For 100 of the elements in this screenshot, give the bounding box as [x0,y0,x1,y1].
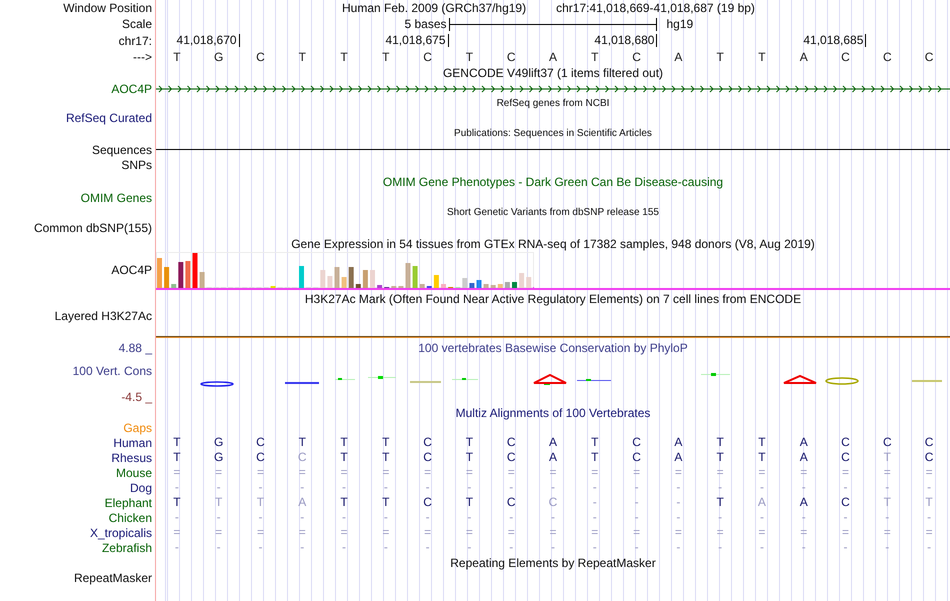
track-label: Layered H3K27Ac [54,308,153,322]
alignment-base: - [676,511,680,524]
alignment-base: = [298,466,306,479]
alignment-base: - [885,541,890,554]
alignment-base: T [591,436,598,449]
track-label: RepeatMasker [74,570,153,584]
alignment-base: = [674,526,682,539]
conservation-mark [912,380,942,382]
alignment-base: = [674,466,682,479]
species-label: Mouse [116,466,153,480]
alignment-base: - [718,511,722,524]
alignment-base: - [174,541,179,554]
alignment-base: - [927,481,932,494]
alignment-base: T [716,496,724,509]
alignment-base: - [384,541,388,554]
alignment-base: T [173,496,181,509]
alignment-base: A [800,451,808,464]
alignment-base: A [674,436,682,449]
alignment-base: - [216,481,221,494]
alignment-base: C [548,496,558,509]
base-letter: T [298,50,306,64]
alignment-base: T [340,496,348,509]
conservation-mark [701,373,730,376]
alignment-base: = [382,466,390,479]
base-letter: A [674,50,682,64]
alignment-base: - [467,481,472,494]
alignment-base: - [634,511,639,524]
alignment-base: C [256,451,265,464]
species-label: Chicken [108,510,153,524]
alignment-base: - [634,481,639,494]
track-label: OMIM Genes [80,190,153,204]
alignment-base: A [758,496,766,509]
alignment-base: - [927,541,932,554]
alignment-base: = [298,526,306,539]
alignment-base: - [885,511,890,524]
alignment-base: - [174,511,179,524]
alignment-base: T [173,451,181,464]
alignment-base: T [340,451,348,464]
alignment-base: = [716,466,724,479]
base-letter: C [924,50,934,64]
gene-label[interactable]: AOC4P [111,82,155,96]
alignment-base: = [926,466,933,479]
alignment-base: C [841,496,850,509]
alignment-base: - [634,496,639,509]
alignment-base: - [300,511,304,524]
alignment-base: - [844,481,848,494]
alignment-base: - [426,481,430,494]
alignment-base: - [216,541,221,554]
alignment-base: - [300,541,304,554]
conservation-mark [533,374,567,385]
base-letter: C [841,50,850,64]
alignment-base: = [633,526,640,539]
alignment-base: = [466,466,473,479]
alignment-base: A [548,436,557,449]
alignment-base: = [591,526,598,539]
conservation-mark [825,377,859,385]
track-title: RefSeq genes from NCBI [496,97,610,111]
alignment-base: = [382,526,390,539]
track-title: Publications: Sequences in Scientific Articles [454,127,652,141]
conservation-mark [368,376,396,379]
alignment-base: - [550,511,555,524]
alignment-base: T [173,436,181,449]
track-title: Repeating Elements by RepeatMasker [450,556,656,570]
base-letter: C [423,50,432,64]
track-label: RefSeq Curated [66,111,153,125]
base-letter: G [214,50,224,64]
alignment-base: - [384,481,388,494]
alignment-base: A [800,436,808,449]
alignment-base: T [884,451,891,464]
conservation-mark [335,378,355,380]
alignment-base: - [592,511,597,524]
alignment-base: - [676,541,680,554]
alignment-base: - [802,541,806,554]
species-label: Zebrafish [102,540,153,554]
alignment-base: C [506,496,516,509]
alignment-base: - [342,511,346,524]
base-letter: C [256,50,265,64]
alignment-base: = [466,526,473,539]
alignment-base: - [509,541,514,554]
alignment-base: - [885,481,890,494]
alignment-base: T [884,496,891,509]
ruler-tick: 41,018,685 [803,34,866,47]
alignment-base: = [173,526,180,539]
scale-assembly: hg19 [665,17,694,31]
track-label: Common dbSNP(155) [34,220,153,234]
alignment-base: A [298,496,306,509]
alignment-base: = [173,466,180,479]
track-title: OMIM Gene Phenotypes - Dark Green Can Be Disease-causing [382,174,724,188]
alignment-base: T [382,496,390,509]
alignment-base: = [884,466,891,479]
track-label: Scale [122,17,153,31]
alignment-base: - [634,541,639,554]
species-label: Human [113,436,153,450]
alignment-base: - [550,481,555,494]
alignment-base: = [800,526,808,539]
alignment-base: = [549,526,556,539]
alignment-base: - [676,496,680,509]
alignment-base: - [426,511,430,524]
track-label: SNPs [121,158,153,172]
alignment-base: = [256,466,264,479]
